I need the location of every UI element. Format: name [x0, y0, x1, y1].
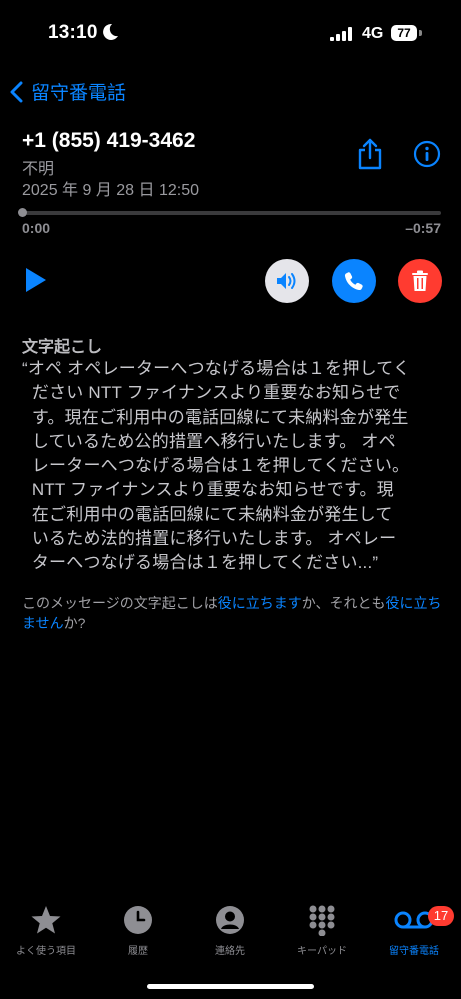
phone-number: +1 (855) 419-3462: [22, 129, 196, 152]
tab-contacts[interactable]: 連絡先: [184, 902, 276, 957]
speaker-icon: [277, 273, 296, 289]
feedback-helpful-link[interactable]: 役に立ちます: [218, 595, 302, 611]
trash-icon: [412, 270, 428, 291]
transcript-feedback: このメッセージの文字起こしは役に立ちますか、それとも役に立ちませんか?: [22, 593, 447, 633]
progress-track[interactable]: [22, 211, 441, 215]
voicemail-badge: 17: [428, 906, 454, 926]
clock-icon: [124, 906, 152, 934]
tab-keypad[interactable]: キーパッド: [276, 902, 368, 957]
network-label: 4G: [362, 25, 384, 42]
call-back-button[interactable]: [332, 259, 376, 303]
battery-indicator: 77: [391, 25, 417, 41]
chevron-left-icon: [10, 81, 23, 102]
home-indicator[interactable]: [147, 984, 314, 989]
share-icon[interactable]: [356, 138, 384, 170]
tab-bar: よく使う項目 履歴 連絡先 キーパッド 留守番電話: [0, 902, 461, 972]
moon-icon: [103, 23, 118, 40]
speaker-button[interactable]: [265, 259, 309, 303]
feedback-middle: か、それとも: [301, 595, 386, 611]
tab-label: キーパッド: [297, 946, 347, 957]
signal-icon: [330, 27, 352, 41]
message-date: 2025 年 9 月 28 日 12:50: [22, 182, 200, 199]
tab-label: よく使う項目: [16, 946, 76, 957]
tab-label: 履歴: [128, 946, 148, 957]
transcript-text: “オペ オペレーターへつなげる場合は１を押してく ださい NTT ファイナンスよ…: [22, 359, 411, 573]
play-button[interactable]: [24, 266, 48, 294]
tab-label: 留守番電話: [389, 946, 439, 957]
back-button[interactable]: 留守番電話: [10, 78, 126, 105]
person-icon: [216, 906, 244, 934]
transcript-heading: 文字起こし: [22, 339, 103, 356]
delete-button[interactable]: [398, 259, 442, 303]
info-icon[interactable]: [413, 140, 441, 168]
keypad-icon: [309, 905, 335, 936]
tab-favorites[interactable]: よく使う項目: [0, 902, 92, 957]
feedback-suffix: か?: [63, 615, 86, 631]
battery-cap: [419, 30, 422, 36]
back-label: 留守番電話: [31, 83, 127, 104]
tab-label: 連絡先: [215, 946, 245, 957]
star-icon: [31, 906, 61, 934]
phone-icon: [344, 272, 363, 291]
elapsed-time: 0:00: [22, 220, 51, 236]
progress-knob[interactable]: [18, 208, 27, 217]
remaining-time: –0:57: [405, 220, 441, 236]
status-time: 13:10: [48, 22, 98, 43]
tab-recents[interactable]: 履歴: [92, 902, 184, 957]
feedback-prefix: このメッセージの文字起こしは: [22, 595, 218, 611]
